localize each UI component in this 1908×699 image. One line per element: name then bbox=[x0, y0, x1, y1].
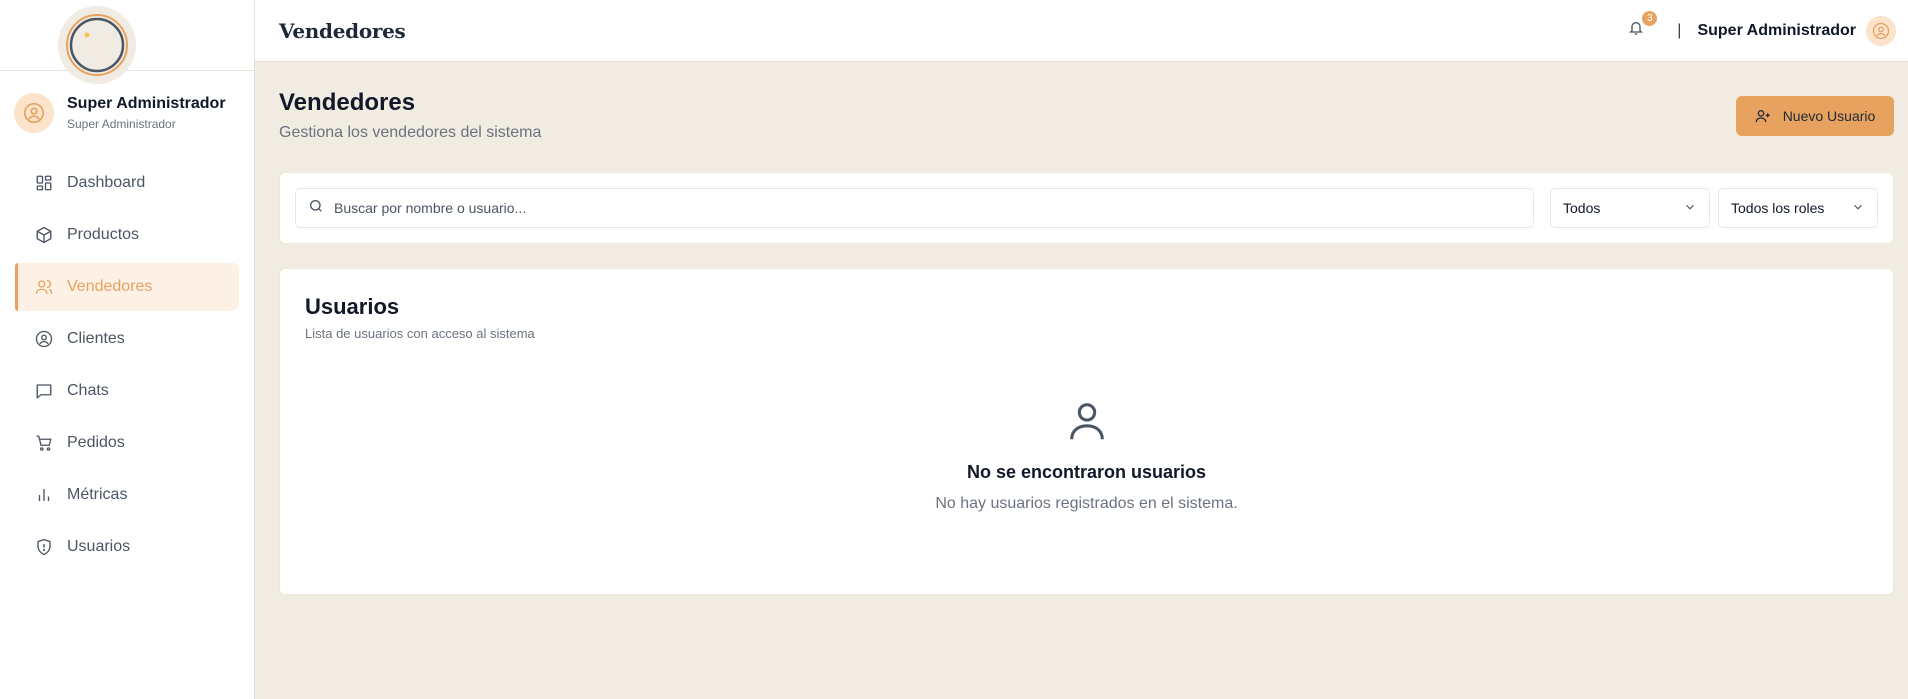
role-select[interactable]: Todos los roles bbox=[1718, 188, 1878, 228]
bar-chart-icon bbox=[34, 485, 54, 505]
shield-icon bbox=[34, 537, 54, 557]
cart-icon bbox=[34, 433, 54, 453]
package-icon bbox=[34, 225, 54, 245]
sidebar-item-vendedores[interactable]: Vendedores bbox=[15, 263, 239, 311]
search-icon bbox=[308, 198, 324, 219]
users-icon bbox=[34, 277, 54, 297]
user-avatar-icon bbox=[14, 93, 54, 133]
sidebar-item-usuarios[interactable]: Usuarios bbox=[15, 523, 239, 571]
sidebar-item-label: Pedidos bbox=[67, 434, 125, 451]
dashboard-icon bbox=[34, 173, 54, 193]
empty-state: No se encontraron usuarios No hay usuari… bbox=[280, 399, 1893, 513]
role-select-value: Todos los roles bbox=[1731, 200, 1825, 216]
main-content: Vendedores Gestiona los vendedores del s… bbox=[279, 62, 1894, 595]
empty-state-title: No se encontraron usuarios bbox=[966, 462, 1207, 482]
sidebar-item-chats[interactable]: Chats bbox=[15, 367, 239, 415]
bell-icon bbox=[1628, 20, 1644, 41]
user-plus-icon bbox=[1755, 108, 1771, 124]
sidebar-item-label: Usuarios bbox=[67, 538, 131, 555]
logo-area bbox=[0, 0, 254, 84]
search-input[interactable] bbox=[334, 200, 1533, 216]
page-header: Vendedores Gestiona los vendedores del s… bbox=[279, 62, 1894, 170]
sidebar-item-metricas[interactable]: Métricas bbox=[15, 471, 239, 519]
user-avatar-icon[interactable] bbox=[1866, 15, 1896, 46]
sidebar-item-clientes[interactable]: Clientes bbox=[15, 315, 239, 363]
sidebar-item-label: Chats bbox=[67, 382, 109, 399]
status-select[interactable]: Todos bbox=[1550, 188, 1710, 228]
sidebar-user-role: Super Administrador bbox=[67, 117, 176, 131]
notifications-button[interactable]: 3 bbox=[1625, 10, 1658, 42]
notification-badge: 3 bbox=[1642, 10, 1658, 26]
sidebar-item-productos[interactable]: Productos bbox=[15, 211, 239, 259]
user-circle-icon bbox=[34, 329, 54, 349]
sidebar-item-label: Productos bbox=[67, 226, 140, 243]
sidebar-item-label: Clientes bbox=[67, 330, 125, 347]
new-user-button-label: Nuevo Usuario bbox=[1782, 108, 1876, 124]
divider: | bbox=[1677, 21, 1682, 39]
sidebar-item-dashboard[interactable]: Dashboard bbox=[15, 159, 239, 207]
chevron-down-icon bbox=[1851, 200, 1865, 217]
new-user-button[interactable]: Nuevo Usuario bbox=[1736, 96, 1894, 136]
sidebar-user-name: Super Administrador bbox=[67, 95, 226, 112]
sidebar-user: Super Administrador Super Administrador bbox=[0, 71, 254, 139]
users-title: Usuarios bbox=[305, 294, 400, 319]
status-select-value: Todos bbox=[1563, 200, 1601, 216]
top-bar: Vendedores 3 | Super Administrador bbox=[255, 0, 1908, 62]
brand-logo[interactable] bbox=[58, 6, 136, 84]
topbar-title: Vendedores bbox=[279, 18, 406, 43]
sidebar-item-label: Métricas bbox=[67, 486, 128, 503]
chat-icon bbox=[34, 381, 54, 401]
sidebar-item-label: Dashboard bbox=[67, 174, 146, 191]
empty-state-subtitle: No hay usuarios registrados en el sistem… bbox=[935, 495, 1238, 512]
search-box[interactable] bbox=[295, 188, 1534, 228]
sidebar-nav: Dashboard Productos Vendedores Clientes … bbox=[0, 139, 254, 571]
topbar-user-name: Super Administrador bbox=[1697, 21, 1856, 39]
page-subtitle: Gestiona los vendedores del sistema bbox=[279, 124, 542, 141]
user-icon bbox=[1064, 399, 1110, 450]
filters-card: Todos Todos los roles bbox=[279, 172, 1894, 244]
users-subtitle: Lista de usuarios con acceso al sistema bbox=[305, 326, 535, 341]
users-card: Usuarios Lista de usuarios con acceso al… bbox=[279, 268, 1894, 595]
chevron-down-icon bbox=[1683, 200, 1697, 217]
sidebar-item-pedidos[interactable]: Pedidos bbox=[15, 419, 239, 467]
sidebar-item-label: Vendedores bbox=[67, 278, 153, 295]
sidebar: Super Administrador Super Administrador … bbox=[0, 0, 255, 699]
page-title: Vendedores bbox=[279, 89, 416, 116]
